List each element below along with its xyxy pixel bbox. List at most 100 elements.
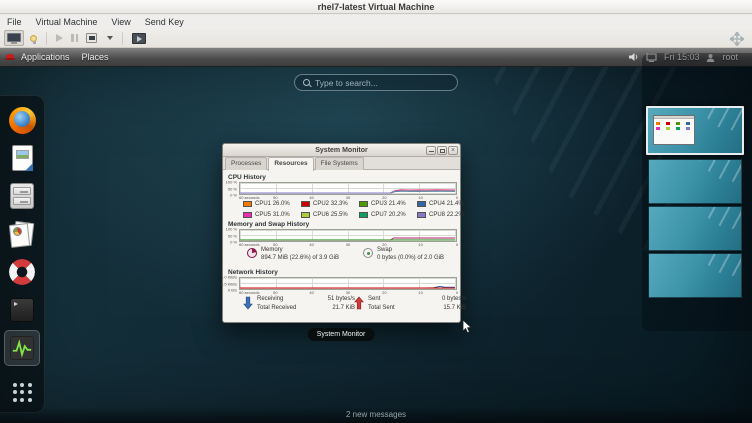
shutdown-icon [86,33,97,43]
expand-arrows-icon[interactable] [730,32,744,46]
memory-chart-block: 100 %50 %0 % 60 seconds50403020100 [224,229,460,249]
dock-files-icon[interactable] [7,181,37,211]
window-caption: System Monitor [308,328,375,341]
swap-legend-item: Swap0 bytes (0.0%) of 2.0 GiB [363,247,444,261]
toolbar-separator [122,32,123,45]
menu-virtual-machine[interactable]: Virtual Machine [29,15,105,29]
power-on-button[interactable] [28,30,39,46]
cpu5-legend-item: CPU5 31.0% [243,210,301,220]
menu-view[interactable]: View [104,15,137,29]
run-button[interactable] [54,30,65,46]
system-monitor-titlebar[interactable]: System Monitor [223,144,460,157]
cpu8-swatch [417,212,426,218]
menu-file[interactable]: File [0,15,29,29]
system-monitor-window[interactable]: System Monitor × Processes Resources Fil… [222,143,461,323]
cpu6-legend-item: CPU6 25.5% [301,210,359,220]
receiving-legend-item: Receiving51 bytes/s Total Received21.7 K… [243,296,355,314]
tab-bar: Processes Resources File Systems [223,157,460,170]
dock-system-monitor-icon[interactable] [7,333,37,363]
menu-send-key[interactable]: Send Key [138,15,191,29]
close-button[interactable]: × [448,146,458,155]
lightbulb-icon [30,35,37,42]
cpu6-swatch [301,212,310,218]
pause-icon [71,34,78,42]
cpu-chart [239,182,457,195]
network-chart-yaxis: 1.0 KiB/s0.5 KiB/s0 B/s [224,277,238,290]
memory-history-title: Memory and Swap History [228,221,309,228]
cpu5-swatch [243,212,252,218]
dock-help-icon[interactable] [7,257,37,287]
memory-legend-item: Memory 894.7 MiB (22.6%) of 3.9 GiB [247,247,339,261]
vm-window-title: rhel7-latest Virtual Machine [0,0,752,14]
cpu-chart-yaxis: 100 %50 %0 % [224,182,238,195]
cpu7-swatch [359,212,368,218]
applications-menu[interactable]: Applications [15,48,76,67]
places-menu[interactable]: Places [76,48,115,67]
shutdown-menu-button[interactable] [103,30,115,46]
swap-value: 0 bytes (0.0%) of 2.0 GiB [377,255,444,261]
memory-pie-icon [247,248,257,258]
vm-toolbar [0,29,752,48]
memory-chart [239,229,457,242]
play-icon [56,34,63,42]
toolbar-separator [46,32,47,45]
network-chart [239,277,457,290]
tab-resources[interactable]: Resources [268,157,313,171]
search-icon [303,79,310,86]
vm-display[interactable]: Applications Places Fri 15:03 root [0,48,752,423]
app-grid-icon [13,383,32,402]
cpu-legend: CPU1 26.0% CPU2 32.3% CPU3 21.4% CPU4 21… [243,199,475,220]
network-chart-block: 1.0 KiB/s0.5 KiB/s0 B/s 60 seconds504030… [224,277,460,297]
sent-arrow-icon [354,296,364,310]
search-bar[interactable] [294,74,458,91]
dock-document-viewer-icon[interactable] [7,143,37,173]
sent-legend-item: Sent0 bytes/s Total Sent15.7 KiB [354,296,466,314]
volume-icon[interactable] [628,52,639,62]
total-received-label: Total Received [257,305,313,314]
maximize-button[interactable] [437,146,447,155]
cpu7-legend-item: CPU7 20.2% [359,210,417,220]
cpu4-swatch [417,201,426,207]
console-button[interactable] [4,30,24,46]
memory-value: 894.7 MiB (22.6%) of 3.9 GiB [261,255,339,261]
cpu3-legend-item: CPU3 21.4% [359,199,417,209]
chevron-down-icon [107,36,113,40]
total-received-value: 21.7 KiB [313,305,355,314]
pause-button[interactable] [69,30,80,46]
sent-value: 0 bytes/s [424,296,466,305]
cpu4-legend-item: CPU4 21.4% [417,199,475,209]
dock-firefox-icon[interactable] [7,105,37,135]
cpu3-swatch [359,201,368,207]
show-applications-button[interactable] [7,377,37,407]
shutdown-button[interactable] [84,30,99,46]
vm-menubar: File Virtual Machine View Send Key [0,15,752,29]
message-tray[interactable]: 2 new messages [0,407,752,423]
fullscreen-button[interactable] [130,30,148,46]
redhat-logo-icon [5,54,15,61]
workspace-thumbnail-3[interactable] [648,206,742,251]
dock-terminal-icon[interactable] [7,295,37,325]
workspace-window-thumbnail [653,115,695,145]
receiving-value: 51 bytes/s [313,296,355,305]
search-input[interactable] [315,78,449,88]
tab-file-systems[interactable]: File Systems [315,157,364,170]
workspace-thumbnail-1[interactable] [646,106,744,155]
tab-processes[interactable]: Processes [225,157,267,170]
minimize-button[interactable] [426,146,436,155]
cpu8-legend-item: CPU8 22.2% [417,210,475,220]
swap-pie-icon [363,248,373,258]
gnome-top-bar: Applications Places Fri 15:03 root [0,48,752,67]
workspace-thumbnail-2[interactable] [648,159,742,204]
dock-documents-icon[interactable] [7,219,37,249]
total-sent-label: Total Sent [368,305,424,314]
memory-label: Memory [261,247,339,253]
dash-panel [0,95,45,413]
mouse-cursor [462,319,473,334]
workspace-thumbnail-4[interactable] [648,253,742,298]
monitor-icon [7,33,21,44]
display-icon [132,33,146,44]
total-sent-value: 15.7 KiB [424,305,466,314]
memory-chart-yaxis: 100 %50 %0 % [224,229,238,242]
receiving-label: Receiving [257,296,313,305]
cpu2-legend-item: CPU2 32.3% [301,199,359,209]
